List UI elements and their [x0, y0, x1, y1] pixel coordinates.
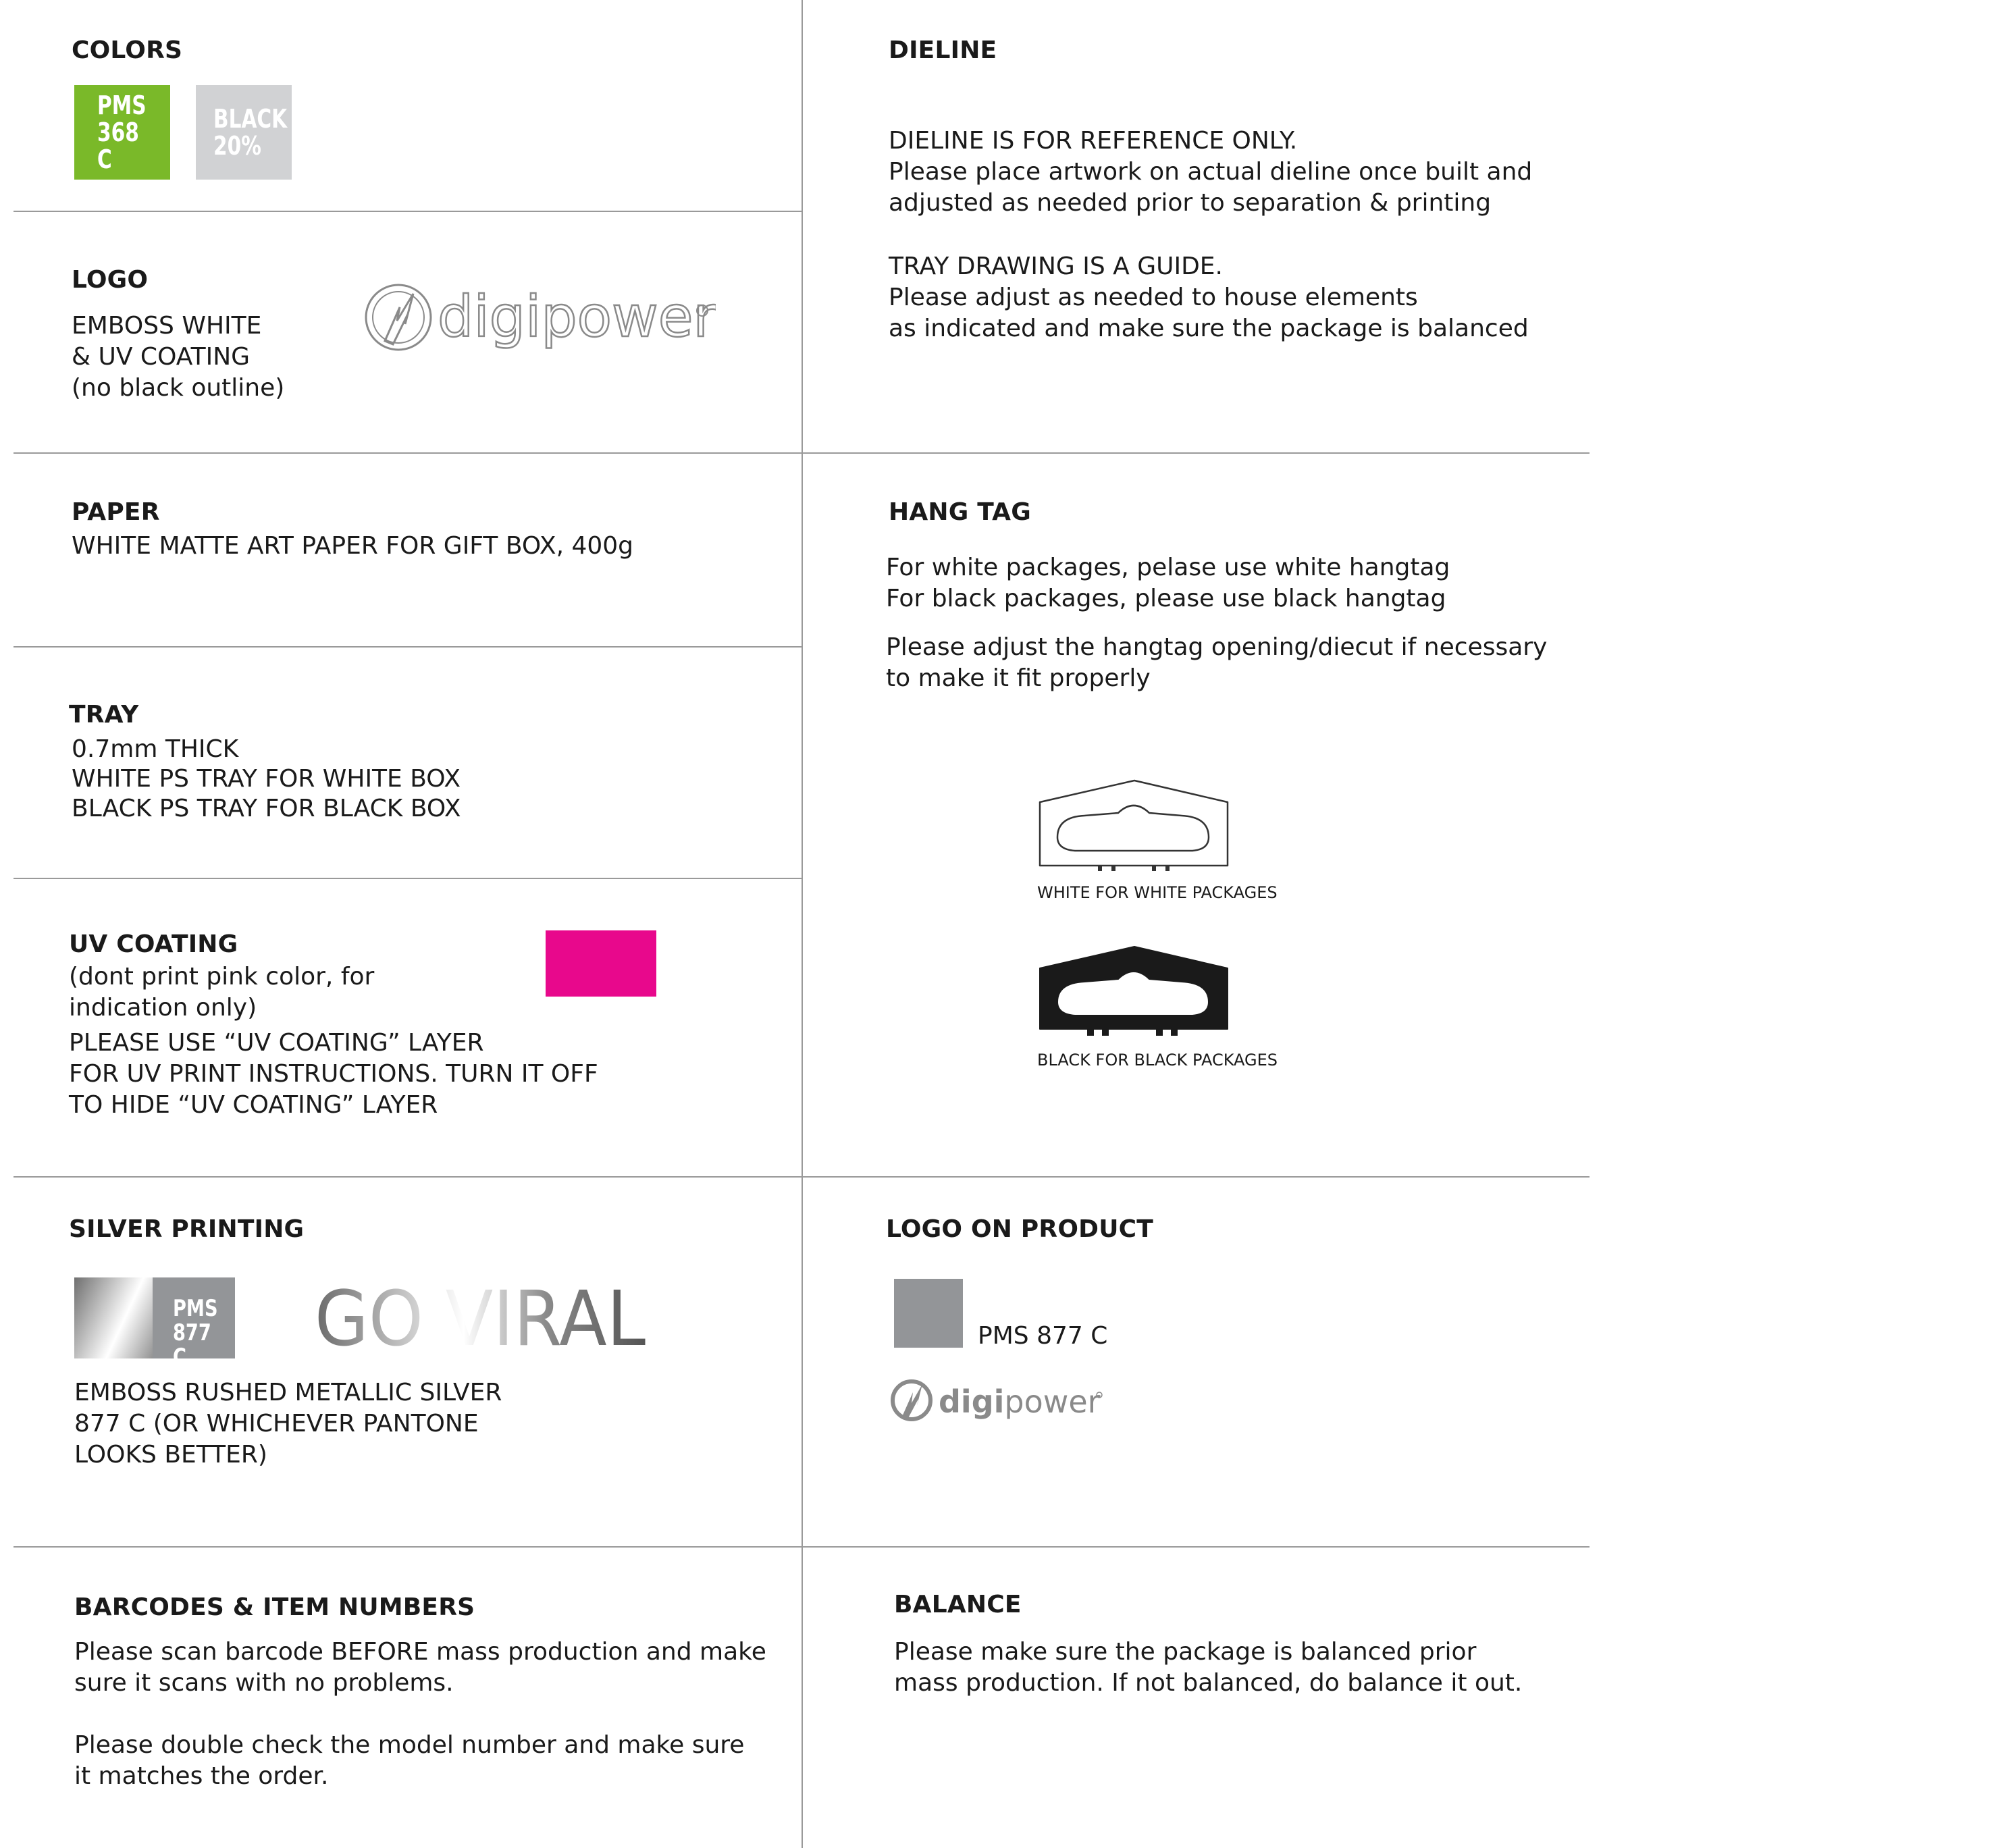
swatch-line1: BLACK	[213, 104, 288, 134]
row-divider	[14, 646, 802, 648]
white-hangtag-caption: WHITE FOR WHITE PACKAGES	[1037, 883, 1278, 902]
uv-coating-heading: UV COATING	[69, 930, 238, 958]
row-divider	[14, 878, 802, 879]
digipower-product-logo: digipower	[891, 1379, 1103, 1421]
pms-368c-swatch: PMS 368 C	[74, 85, 170, 180]
dieline-heading: DIELINE	[889, 36, 997, 64]
balance-text: Please make sure the package is balanced…	[894, 1638, 1523, 1697]
column-divider	[802, 0, 803, 1848]
logo-wordmark-bold: digi	[939, 1383, 1004, 1420]
row-divider	[14, 1546, 1590, 1548]
dieline-para1: DIELINE IS FOR REFERENCE ONLY. Please pl…	[889, 127, 1533, 217]
go-viral-sample: GO VIRAL	[315, 1276, 646, 1357]
metallic-silver-swatch: PMS 877 C	[74, 1277, 235, 1369]
swatch-line2: 877 C	[173, 1319, 211, 1371]
swatch-line1: PMS	[173, 1295, 218, 1322]
balance-heading: BALANCE	[894, 1591, 1022, 1618]
uv-coating-note: (dont print pink color, for indication o…	[69, 963, 375, 1022]
logo-wordmark: digipower	[438, 284, 716, 350]
product-swatch-label: PMS 877 C	[978, 1322, 1108, 1350]
barcodes-para1: Please scan barcode BEFORE mass producti…	[74, 1638, 766, 1697]
black-20-swatch: BLACK 20%	[196, 85, 292, 180]
paper-text: WHITE MATTE ART PAPER FOR GIFT BOX, 400g	[72, 532, 634, 560]
white-hangtag-drawing	[1039, 779, 1229, 871]
logo-on-product-heading: LOGO ON PRODUCT	[886, 1215, 1154, 1243]
silver-printing-text: EMBOSS RUSHED METALLIC SILVER 877 C (OR …	[74, 1379, 502, 1469]
row-divider	[14, 211, 802, 212]
digipower-outline-logo: digipower	[365, 283, 716, 351]
tray-text: 0.7mm THICK WHITE PS TRAY FOR WHITE BOX …	[72, 735, 461, 822]
barcodes-para2: Please double check the model number and…	[74, 1731, 745, 1790]
uv-indicator-swatch	[546, 930, 656, 997]
go-viral-text: GO VIRAL	[315, 1276, 646, 1357]
paper-heading: PAPER	[72, 498, 160, 526]
hang-tag-para2: Please adjust the hangtag opening/diecut…	[886, 633, 1548, 692]
row-divider	[14, 452, 1590, 454]
swatch-line2: 368 C	[97, 117, 139, 174]
black-hangtag-drawing	[1039, 946, 1228, 1036]
uv-coating-instructions: PLEASE USE “UV COATING” LAYER FOR UV PRI…	[69, 1029, 598, 1119]
row-divider	[14, 1176, 1590, 1178]
logo-heading: LOGO	[72, 266, 149, 294]
black-hangtag-caption: BLACK FOR BLACK PACKAGES	[1037, 1051, 1278, 1070]
tray-heading: TRAY	[69, 701, 139, 729]
swatch-line1: PMS	[97, 90, 147, 120]
silver-printing-heading: SILVER PRINTING	[69, 1215, 305, 1243]
pms-877c-product-swatch	[894, 1279, 963, 1348]
colors-heading: COLORS	[72, 36, 183, 64]
swatch-line2: 20%	[213, 131, 261, 161]
svg-text:digipower: digipower	[939, 1383, 1101, 1420]
logo-wordmark-light: power	[1004, 1383, 1100, 1420]
hang-tag-heading: HANG TAG	[889, 498, 1031, 526]
hang-tag-para1: For white packages, pelase use white han…	[886, 554, 1450, 612]
dieline-para2: TRAY DRAWING IS A GUIDE. Please adjust a…	[889, 253, 1529, 342]
logo-instructions: EMBOSS WHITE & UV COATING (no black outl…	[72, 312, 285, 402]
barcodes-heading: BARCODES & ITEM NUMBERS	[74, 1593, 475, 1621]
